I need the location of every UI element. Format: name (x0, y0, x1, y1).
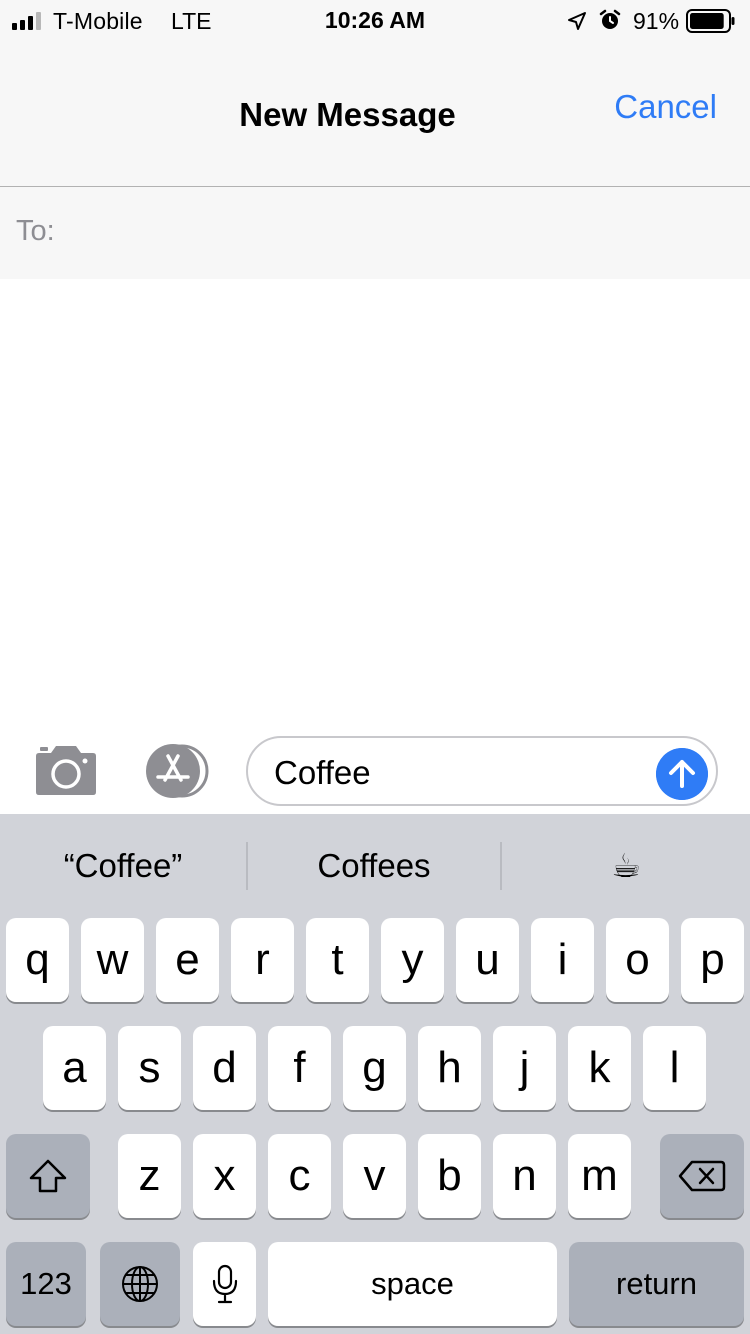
page-title: New Message (239, 96, 456, 133)
to-label: To: (16, 215, 55, 247)
key-u[interactable]: u (456, 918, 519, 1002)
key-s[interactable]: s (118, 1026, 181, 1110)
recipient-field[interactable]: To: (0, 187, 750, 279)
globe-key[interactable] (100, 1242, 180, 1326)
camera-icon[interactable] (33, 744, 99, 796)
key-f[interactable]: f (268, 1026, 331, 1110)
message-area (0, 279, 750, 720)
key-q[interactable]: q (6, 918, 69, 1002)
key-y[interactable]: y (381, 918, 444, 1002)
key-d[interactable]: d (193, 1026, 256, 1110)
key-j[interactable]: j (493, 1026, 556, 1110)
suggestion-2[interactable]: Coffees (248, 814, 500, 918)
key-k[interactable]: k (568, 1026, 631, 1110)
backspace-icon (678, 1160, 726, 1192)
return-key[interactable]: return (569, 1242, 744, 1326)
globe-icon (122, 1266, 158, 1302)
key-v[interactable]: v (343, 1134, 406, 1218)
key-z[interactable]: z (118, 1134, 181, 1218)
key-c[interactable]: c (268, 1134, 331, 1218)
keyboard: “Coffee” Coffees ☕ q w e r t y u i o p a… (0, 814, 750, 1334)
numbers-key[interactable]: 123 (6, 1242, 86, 1326)
battery-icon (686, 9, 735, 33)
suggestion-emoji[interactable]: ☕ (502, 814, 750, 918)
cancel-button[interactable]: Cancel (614, 88, 717, 126)
battery-percent: 91% (633, 8, 680, 34)
space-key[interactable]: space (268, 1242, 557, 1326)
key-i[interactable]: i (531, 918, 594, 1002)
suggestion-1[interactable]: “Coffee” (0, 814, 246, 918)
key-n[interactable]: n (493, 1134, 556, 1218)
message-input[interactable]: Coffee (246, 736, 718, 806)
key-l[interactable]: l (643, 1026, 706, 1110)
key-m[interactable]: m (568, 1134, 631, 1218)
key-t[interactable]: t (306, 918, 369, 1002)
navigation-bar: New Message Cancel (0, 40, 750, 187)
key-a[interactable]: a (43, 1026, 106, 1110)
microphone-key[interactable] (193, 1242, 256, 1326)
quicktype-bar: “Coffee” Coffees ☕ (0, 814, 750, 918)
app-store-icon[interactable] (140, 744, 212, 798)
compose-bar: Coffee (0, 720, 750, 814)
status-bar: T-Mobile LTE 10:26 AM 91% (0, 0, 750, 40)
delete-key[interactable] (660, 1134, 744, 1218)
message-text: Coffee (274, 754, 371, 791)
key-r[interactable]: r (231, 918, 294, 1002)
key-w[interactable]: w (81, 918, 144, 1002)
shift-key[interactable] (6, 1134, 90, 1218)
location-arrow-icon (568, 12, 586, 30)
alarm-clock-icon (599, 9, 621, 29)
key-h[interactable]: h (418, 1026, 481, 1110)
key-g[interactable]: g (343, 1026, 406, 1110)
shift-icon (29, 1159, 67, 1193)
key-b[interactable]: b (418, 1134, 481, 1218)
key-e[interactable]: e (156, 918, 219, 1002)
key-p[interactable]: p (681, 918, 744, 1002)
send-button[interactable] (656, 748, 708, 800)
key-o[interactable]: o (606, 918, 669, 1002)
microphone-icon (212, 1264, 237, 1304)
key-x[interactable]: x (193, 1134, 256, 1218)
